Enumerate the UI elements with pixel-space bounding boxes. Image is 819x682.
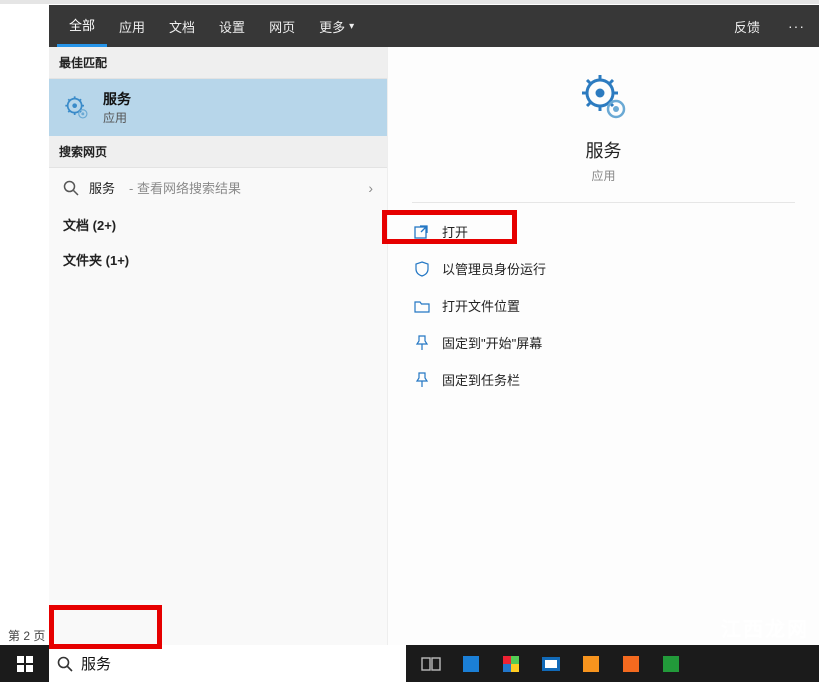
result-detail-pane: 服务 应用 打开 以管理员身份运行 打开文件位置 [387,47,819,645]
services-gear-icon-large [580,73,628,121]
open-icon [414,224,430,240]
best-match-header: 最佳匹配 [49,47,387,79]
folders-count: (1+) [106,253,129,268]
admin-shield-icon [414,261,430,277]
action-pin-taskbar-label: 固定到任务栏 [442,370,520,389]
app-icon-3[interactable] [540,653,562,675]
divider [412,202,795,203]
pin-taskbar-icon [414,372,430,388]
chevron-right-icon: › [368,180,373,196]
panel-body: 最佳匹配 服务 应用 搜索网页 服务 - 查看网络搜索结果 › 文档 (2+) [49,47,819,645]
app-icon-6[interactable] [660,653,682,675]
action-admin-label: 以管理员身份运行 [442,259,546,278]
taskbar-pinned-apps [406,645,682,682]
tab-apps[interactable]: 应用 [107,5,157,47]
action-list: 打开 以管理员身份运行 打开文件位置 固定到"开始"屏幕 固定到任务栏 [388,213,819,398]
detail-title: 服务 [586,137,622,163]
pin-start-icon [414,335,430,351]
folder-icon [414,298,430,314]
results-list: 最佳匹配 服务 应用 搜索网页 服务 - 查看网络搜索结果 › 文档 (2+) [49,47,387,645]
taskbar-search-input[interactable] [81,645,406,682]
action-open[interactable]: 打开 [400,213,807,250]
action-pin-start-label: 固定到"开始"屏幕 [442,333,542,352]
search-results-panel: 全部 应用 文档 设置 网页 更多 ▾ 反馈 ··· 最佳匹配 服务 应用 搜索… [49,5,819,645]
category-folders[interactable]: 文件夹 (1+) [49,242,387,277]
web-hint-text: - 查看网络搜索结果 [129,178,241,197]
docs-count: (2+) [93,218,116,233]
tab-more-label: 更多 [319,17,345,36]
search-icon [63,180,79,196]
action-open-file-location[interactable]: 打开文件位置 [400,287,807,324]
search-icon [57,656,73,672]
app-icon-5[interactable] [620,653,642,675]
taskbar-search-box[interactable] [49,645,406,682]
tab-settings[interactable]: 设置 [207,5,257,47]
web-search-item[interactable]: 服务 - 查看网络搜索结果 › [49,168,387,207]
more-options-button[interactable]: ··· [774,5,819,47]
chevron-down-icon: ▾ [349,21,354,32]
services-gear-icon [63,94,91,122]
app-icon-4[interactable] [580,653,602,675]
app-icon-1[interactable] [460,653,482,675]
best-match-item[interactable]: 服务 应用 [49,79,387,136]
best-match-subtitle: 应用 [103,109,131,126]
action-open-label: 打开 [442,222,468,241]
docs-label: 文档 [63,218,89,233]
action-pin-to-start[interactable]: 固定到"开始"屏幕 [400,324,807,361]
tab-more[interactable]: 更多 ▾ [307,5,366,47]
web-query-text: 服务 [89,178,115,197]
search-web-header: 搜索网页 [49,136,387,168]
action-pin-to-taskbar[interactable]: 固定到任务栏 [400,361,807,398]
task-view-icon[interactable] [420,653,442,675]
tab-docs[interactable]: 文档 [157,5,207,47]
start-button[interactable] [0,645,49,682]
app-icon-2[interactable] [500,653,522,675]
detail-subtitle: 应用 [591,167,615,184]
windows-logo-icon [17,656,33,672]
action-run-as-admin[interactable]: 以管理员身份运行 [400,250,807,287]
tab-all[interactable]: 全部 [57,5,107,47]
detail-header: 服务 应用 [388,47,819,202]
best-match-title: 服务 [103,89,131,109]
category-documents[interactable]: 文档 (2+) [49,207,387,242]
watermark: 江西龙网 [721,613,809,642]
search-tabs: 全部 应用 文档 设置 网页 更多 ▾ 反馈 ··· [49,5,819,47]
folders-label: 文件夹 [63,253,102,268]
feedback-link[interactable]: 反馈 [720,5,774,47]
page-number-label: 第 2 页 [8,627,45,644]
tab-web[interactable]: 网页 [257,5,307,47]
taskbar [0,645,819,682]
action-file-location-label: 打开文件位置 [442,296,520,315]
